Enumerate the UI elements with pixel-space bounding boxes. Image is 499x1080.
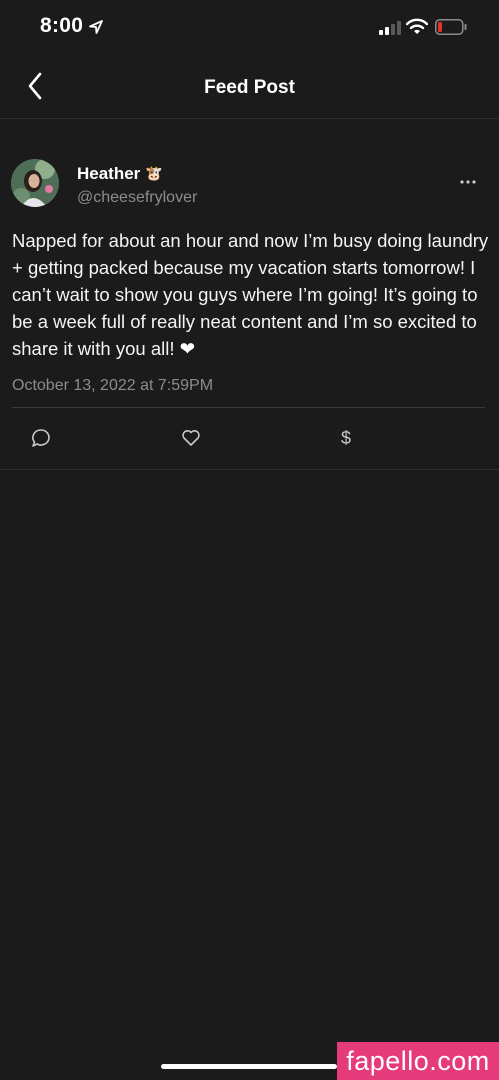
- post-actions: $: [0, 409, 499, 470]
- location-arrow-icon: [89, 20, 103, 34]
- cellular-signal-icon: [379, 21, 401, 35]
- status-bar: 8:00: [0, 0, 499, 56]
- wifi-icon: [406, 18, 428, 34]
- post-text: Napped for about an hour and now I’m bus…: [12, 230, 489, 359]
- watermark: fapello.com: [337, 1042, 499, 1080]
- author-emoji: 🐮: [145, 165, 163, 181]
- nav-bar: Feed Post: [0, 56, 499, 119]
- battery-low-icon: [435, 19, 467, 35]
- post-body: Napped for about an hour and now I’m bus…: [12, 227, 490, 362]
- home-indicator: [161, 1064, 337, 1069]
- author-name[interactable]: Heather: [77, 164, 140, 184]
- heart-emoji: ❤: [179, 338, 196, 359]
- heart-icon[interactable]: [180, 427, 202, 449]
- divider: [12, 407, 485, 408]
- avatar[interactable]: [11, 159, 59, 207]
- ellipsis-icon[interactable]: [456, 174, 480, 190]
- dollar-icon[interactable]: $: [335, 427, 357, 449]
- status-time: 8:00: [40, 14, 84, 37]
- post-date: October 13, 2022 at 7:59PM: [12, 377, 214, 394]
- comment-icon[interactable]: [30, 427, 52, 449]
- author-handle[interactable]: @cheesefrylover: [77, 189, 197, 207]
- page-title: Feed Post: [204, 77, 295, 98]
- tip-symbol: $: [340, 428, 351, 448]
